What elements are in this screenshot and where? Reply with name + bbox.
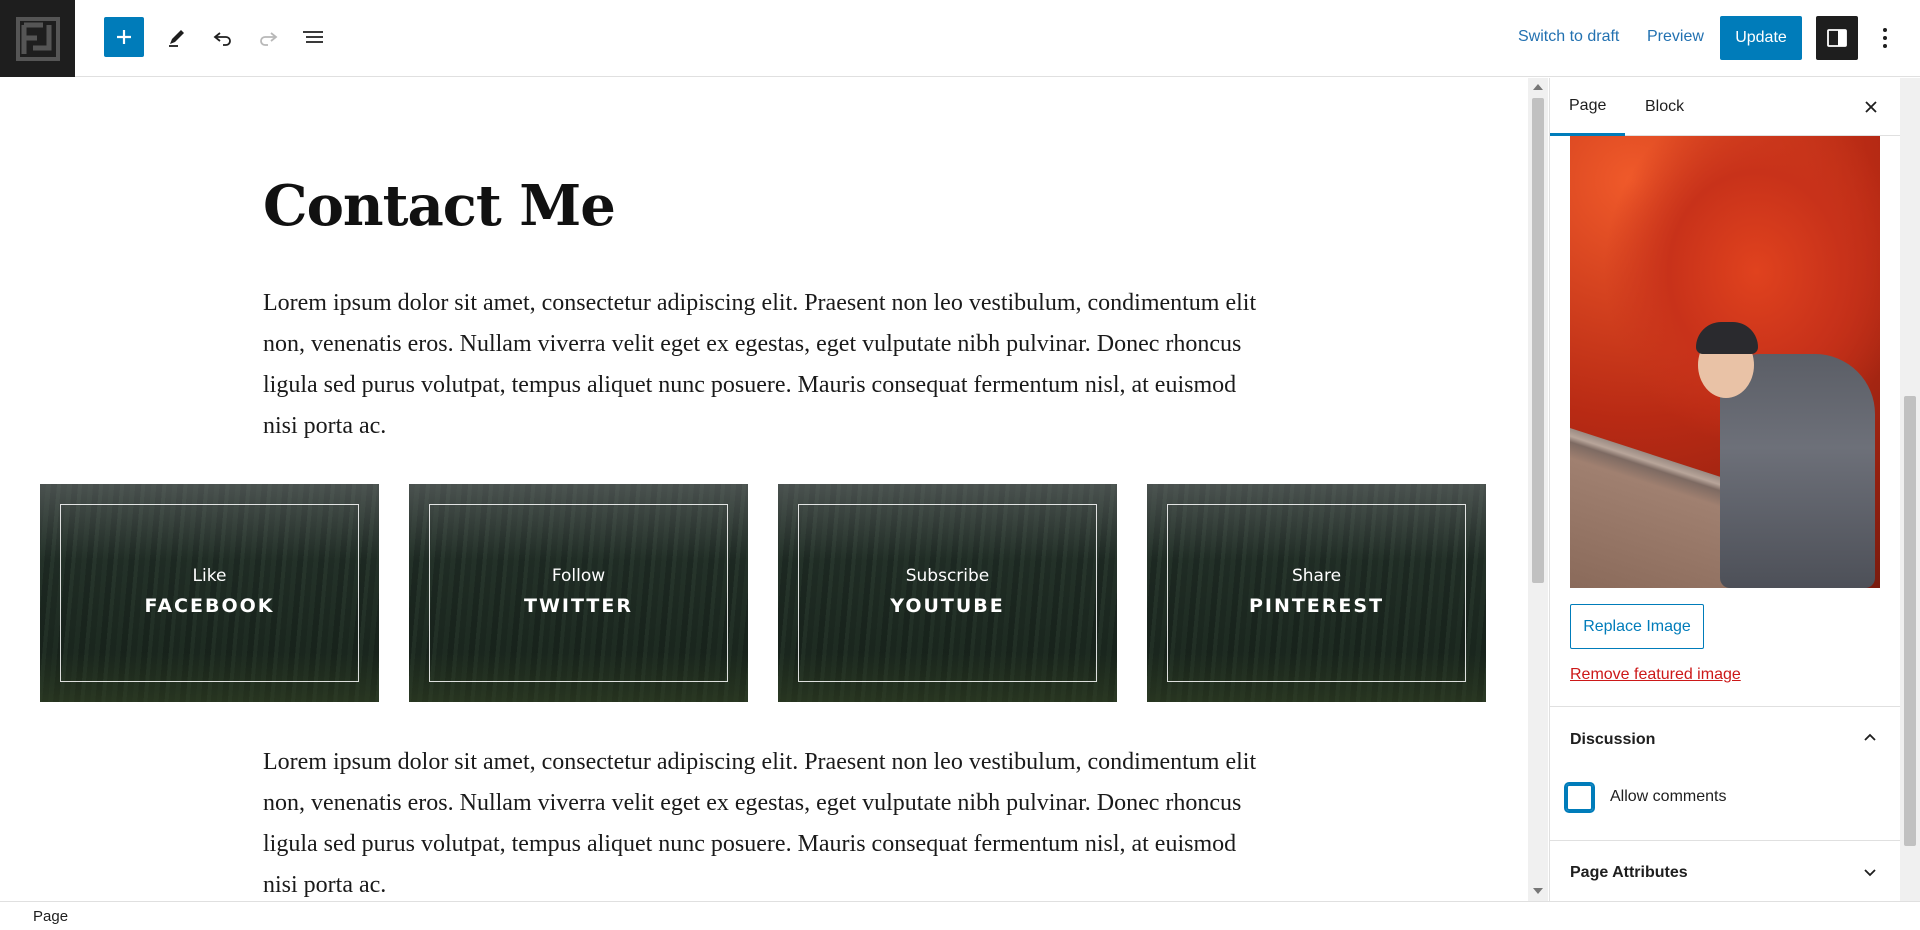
undo-icon: [213, 32, 231, 46]
list-view-button[interactable]: [293, 17, 333, 57]
undo-button[interactable]: [203, 17, 243, 57]
tab-page[interactable]: Page: [1550, 78, 1626, 136]
sidebar-tabs: Page Block: [1550, 78, 1900, 136]
close-sidebar-button[interactable]: [1856, 92, 1886, 122]
logo-mark-icon: [15, 16, 60, 61]
editor-header: Switch to draft Preview Update: [0, 0, 1920, 77]
scroll-down-arrow-icon[interactable]: [1533, 888, 1543, 894]
switch-to-draft-button[interactable]: Switch to draft: [1518, 17, 1619, 57]
social-card-youtube[interactable]: Subscribe YOUTUBE: [778, 484, 1117, 702]
card-action-label: Subscribe: [905, 566, 990, 586]
card-frame: [60, 504, 359, 682]
breadcrumb-item[interactable]: Page: [33, 908, 68, 925]
redo-icon: [260, 32, 278, 46]
card-network-label: PINTEREST: [1248, 595, 1385, 617]
panel-divider: [1550, 706, 1900, 707]
card-action-label: Share: [1291, 566, 1342, 586]
pencil-icon: [169, 30, 184, 47]
featured-image-hat: [1696, 322, 1758, 354]
scrollbar-thumb[interactable]: [1904, 396, 1916, 846]
card-frame: [429, 504, 728, 682]
block-breadcrumb-bar: Page: [0, 901, 1920, 930]
page-attributes-panel-title[interactable]: Page Attributes: [1570, 864, 1688, 882]
remove-featured-image-link[interactable]: Remove featured image: [1570, 666, 1741, 684]
card-network-label: TWITTER: [524, 595, 633, 617]
chevron-up-icon[interactable]: [1864, 732, 1876, 744]
paragraph-block[interactable]: Lorem ipsum dolor sit amet, consectetur …: [263, 742, 1263, 901]
settings-toggle-button[interactable]: [1816, 16, 1858, 60]
page-title[interactable]: Contact Me: [263, 173, 616, 239]
panel-divider: [1550, 840, 1900, 841]
replace-image-button[interactable]: Replace Image: [1570, 604, 1704, 649]
social-card-pinterest[interactable]: Share PINTEREST: [1147, 484, 1486, 702]
tab-block[interactable]: Block: [1626, 78, 1703, 136]
more-vertical-icon: [1883, 28, 1887, 48]
list-view-icon: [303, 31, 323, 43]
sidebar-scrollbar[interactable]: [1900, 78, 1920, 901]
card-network-label: FACEBOOK: [144, 595, 275, 617]
preview-button[interactable]: Preview: [1647, 17, 1704, 57]
discussion-panel-title[interactable]: Discussion: [1570, 731, 1655, 749]
plus-icon: [117, 30, 131, 44]
allow-comments-checkbox[interactable]: [1566, 784, 1593, 811]
sidebar-icon: [1827, 29, 1847, 47]
paragraph-block[interactable]: Lorem ipsum dolor sit amet, consectetur …: [263, 283, 1263, 447]
update-button[interactable]: Update: [1720, 16, 1802, 60]
card-frame: [798, 504, 1097, 682]
social-cards-row: Like FACEBOOK Follow TWITTER Subscribe Y…: [40, 484, 1488, 702]
card-action-label: Follow: [551, 566, 606, 586]
card-action-label: Like: [192, 566, 227, 586]
add-block-button[interactable]: [104, 17, 144, 57]
allow-comments-label[interactable]: Allow comments: [1610, 788, 1726, 806]
chevron-down-icon[interactable]: [1864, 866, 1876, 878]
featured-image[interactable]: [1570, 136, 1880, 588]
social-card-twitter[interactable]: Follow TWITTER: [409, 484, 748, 702]
options-menu-button[interactable]: [1870, 16, 1900, 60]
card-frame: [1167, 504, 1466, 682]
close-icon: [1865, 101, 1877, 113]
social-card-facebook[interactable]: Like FACEBOOK: [40, 484, 379, 702]
redo-button[interactable]: [248, 17, 288, 57]
settings-sidebar: Page Block Replace Image Remove featured…: [1549, 78, 1900, 901]
scroll-up-arrow-icon[interactable]: [1533, 84, 1543, 90]
tools-button[interactable]: [157, 17, 197, 57]
scrollbar-thumb[interactable]: [1532, 98, 1544, 583]
editor-canvas[interactable]: Contact Me Lorem ipsum dolor sit amet, c…: [0, 78, 1528, 901]
site-logo[interactable]: [0, 0, 75, 77]
card-network-label: YOUTUBE: [890, 595, 1005, 617]
canvas-scrollbar[interactable]: [1528, 78, 1548, 901]
